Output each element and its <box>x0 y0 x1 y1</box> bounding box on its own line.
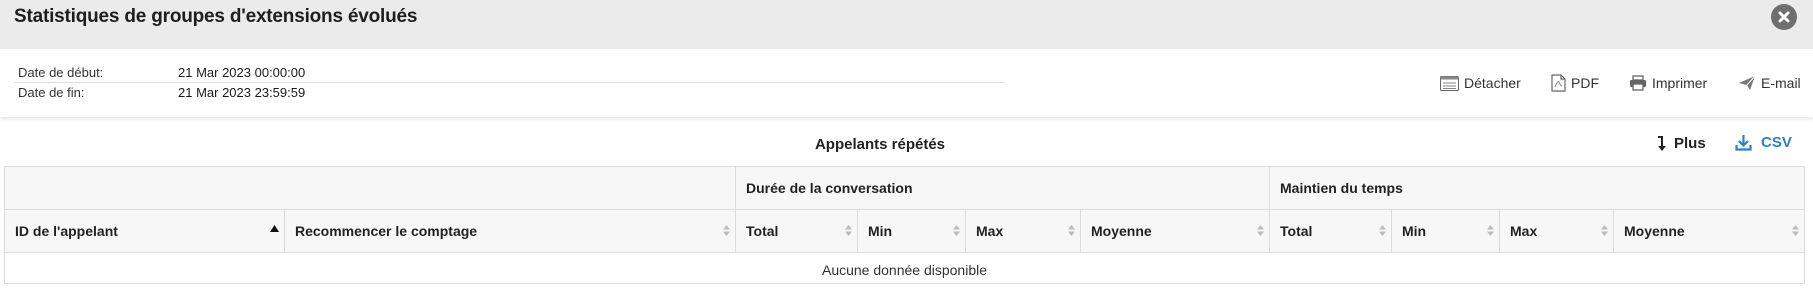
column-label: Min <box>1402 223 1427 239</box>
start-date-row: Date de début: 21 Mar 2023 00:00:00 <box>14 63 1004 83</box>
column-label: Max <box>1510 223 1538 239</box>
column-label: Max <box>976 223 1004 239</box>
sort-icon <box>953 225 960 236</box>
report-info-bar: Date de début: 21 Mar 2023 00:00:00 Date… <box>0 49 1813 117</box>
sort-icon <box>1487 225 1494 236</box>
detach-label: Détacher <box>1464 75 1521 91</box>
column-label: Total <box>746 223 779 239</box>
email-label: E-mail <box>1761 75 1801 91</box>
column-label: Moyenne <box>1091 223 1152 239</box>
arrow-down-icon <box>1658 135 1666 151</box>
empty-table-message: Aucune donnée disponible <box>821 262 988 278</box>
sort-icon <box>1379 225 1386 236</box>
end-date-row: Date de fin: 21 Mar 2023 23:59:59 <box>14 83 1004 103</box>
column-label: Moyenne <box>1624 223 1685 239</box>
printer-icon <box>1630 75 1646 91</box>
column-header-hold-total[interactable]: Total <box>1270 210 1392 252</box>
column-header-conversation-min[interactable]: Min <box>858 210 966 252</box>
close-button[interactable] <box>1771 4 1797 30</box>
column-label: Total <box>1280 223 1313 239</box>
send-icon <box>1739 75 1756 90</box>
column-label: ID de l'appelant <box>15 223 118 239</box>
print-button[interactable]: Imprimer <box>1629 73 1707 93</box>
more-button[interactable]: Plus <box>1656 135 1706 152</box>
column-header-conversation-max[interactable]: Max <box>966 210 1081 252</box>
close-icon <box>1778 11 1790 23</box>
print-label: Imprimer <box>1652 75 1708 91</box>
repeated-callers-table: Durée de la conversation Maintien du tem… <box>4 166 1805 284</box>
sort-icon <box>1257 225 1264 236</box>
more-label: Plus <box>1674 135 1706 152</box>
group-header-conversation-duration: Durée de la conversation <box>736 167 1270 209</box>
detach-button[interactable]: Détacher <box>1440 73 1521 93</box>
dialog-header: Statistiques de groupes d'extensions évo… <box>0 0 1813 49</box>
csv-export-button[interactable]: CSV <box>1735 134 1792 151</box>
column-label: Min <box>868 223 893 239</box>
start-date-label: Date de début: <box>18 65 104 80</box>
column-header-conversation-average[interactable]: Moyenne <box>1081 210 1270 252</box>
group-header-caller <box>5 167 736 209</box>
dialog-title: Statistiques de groupes d'extensions évo… <box>14 6 418 27</box>
sort-ascending-icon <box>270 225 279 232</box>
group-header-row: Durée de la conversation Maintien du tem… <box>5 167 1804 210</box>
section-title: Appelants répétés <box>814 136 946 153</box>
column-header-conversation-total[interactable]: Total <box>736 210 858 252</box>
column-label: Recommencer le comptage <box>295 223 478 239</box>
pdf-label: PDF <box>1571 75 1599 91</box>
csv-label: CSV <box>1761 134 1792 151</box>
end-date-value: 21 Mar 2023 23:59:59 <box>178 85 306 100</box>
sort-icon <box>1792 225 1799 236</box>
pdf-icon <box>1551 74 1566 92</box>
column-header-caller-id[interactable]: ID de l'appelant <box>5 210 285 252</box>
sort-icon <box>845 225 852 236</box>
column-header-hold-max[interactable]: Max <box>1500 210 1614 252</box>
email-button[interactable]: E-mail <box>1738 73 1801 93</box>
sort-icon <box>723 225 730 236</box>
end-date-label: Date de fin: <box>18 85 85 100</box>
start-date-value: 21 Mar 2023 00:00:00 <box>178 65 306 80</box>
sort-icon <box>1068 225 1075 236</box>
sort-icon <box>1601 225 1608 236</box>
detach-icon <box>1440 75 1459 91</box>
download-icon <box>1735 135 1752 151</box>
column-header-hold-average[interactable]: Moyenne <box>1614 210 1804 252</box>
column-header-hold-min[interactable]: Min <box>1392 210 1500 252</box>
column-header-restart-count[interactable]: Recommencer le comptage <box>285 210 736 252</box>
pdf-button[interactable]: PDF <box>1551 73 1599 93</box>
group-header-hold-time: Maintien du temps <box>1280 180 1403 196</box>
column-header-row: ID de l'appelant Recommencer le comptage… <box>5 210 1804 253</box>
